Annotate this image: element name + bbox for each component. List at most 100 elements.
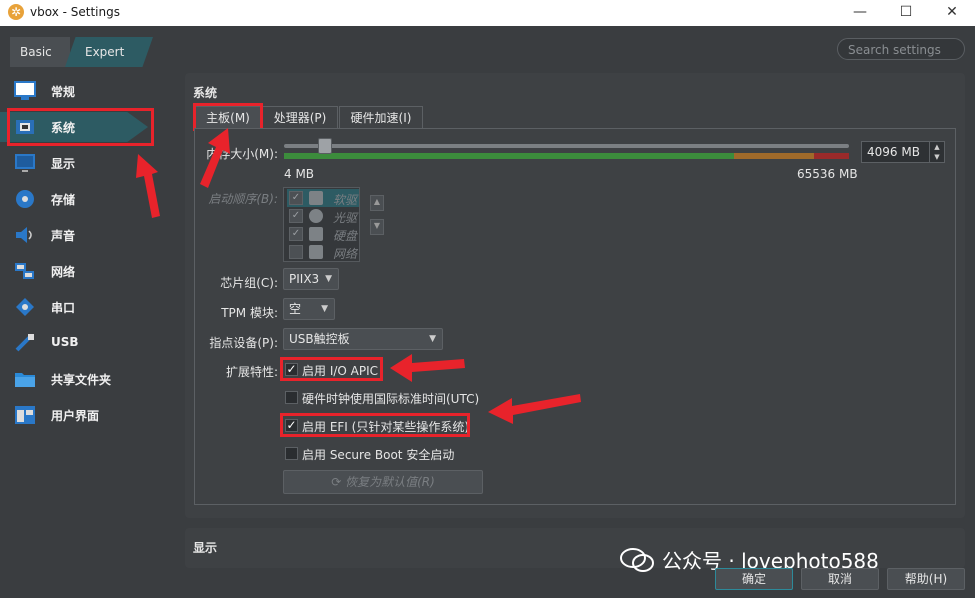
cancel-button[interactable]: 取消 [801,568,879,590]
memory-size-input[interactable]: 4096 MB ▲ ▼ [861,141,945,163]
checkbox-box[interactable] [285,391,298,404]
ui-icon [15,406,35,424]
red-arrow-icon [390,354,465,382]
sidebar-item-user-interface[interactable]: 用户界面 [0,400,160,430]
sidebar-item-label: USB [51,335,79,349]
network-boot-icon [309,245,323,259]
red-arrow-icon [488,394,581,424]
chipset-label: 芯片组(C): [220,276,278,290]
chipset-select[interactable]: PIIX3 ▼ [283,268,339,290]
usb-icon [15,334,34,352]
maximize-button[interactable]: ☐ [883,0,929,26]
expert-mode-button[interactable]: Expert [65,37,153,67]
spin-arrows[interactable]: ▲ ▼ [929,142,944,162]
tab-processor[interactable]: 处理器(P) [262,106,338,129]
sidebar-item-label: 串口 [51,301,76,315]
disk-icon [16,190,34,208]
mode-switch: Basic Expert [10,37,153,67]
speaker-icon [16,227,32,243]
secure-boot-label: 启用 Secure Boot 安全启动 [302,448,455,462]
sidebar-item-serial[interactable]: 串口 [0,292,160,322]
boot-order-list[interactable]: ✓ 软驱 ✓ 光驱 ✓ 硬盘 网络 [283,187,360,262]
highlight-box [280,413,470,437]
move-up-button[interactable]: ▲ [370,195,384,211]
network-icon [15,263,34,279]
optical-icon [309,209,323,223]
boot-checkbox[interactable]: ✓ [289,191,303,205]
help-button[interactable]: 帮助(H) [887,568,965,590]
red-arrow-icon [200,128,230,188]
secure-boot-checkbox[interactable]: 启用 Secure Boot 安全启动 [285,445,465,463]
sidebar-item-label: 声音 [51,229,76,243]
boot-item-label: 网络 [333,247,358,261]
memory-slider-thumb[interactable] [318,138,332,154]
chevron-down-icon: ▼ [321,304,328,314]
red-arrow-icon [136,154,160,218]
sidebar-item-label: 网络 [51,265,76,279]
monitor-icon [14,81,36,100]
tpm-value: 空 [289,302,302,316]
boot-item-label: 软驱 [333,193,358,207]
floppy-icon [309,191,323,205]
reset-defaults-button[interactable]: ⟳ 恢复为默认值(R) [283,470,483,494]
utc-label: 硬件时钟使用国际标准时间(UTC) [302,392,480,406]
close-button[interactable]: ✕ [929,0,975,26]
sidebar-item-usb[interactable]: USB [0,328,160,358]
wechat-icon [620,548,654,572]
hdd-icon [309,227,323,241]
search-input[interactable]: Search settings [837,38,965,60]
tpm-label: TPM 模块: [221,306,278,320]
sidebar-item-label: 常规 [51,85,76,99]
sidebar-item-network[interactable]: 网络 [0,256,160,286]
gear-logo-icon: ✲ [8,4,24,20]
utc-checkbox[interactable]: 硬件时钟使用国际标准时间(UTC) [285,389,485,407]
refresh-icon: ⟳ [331,475,346,489]
highlight-box [280,357,383,381]
pointing-select[interactable]: USB触控板 ▼ [283,328,443,350]
memory-value: 4096 MB [867,145,920,159]
tpm-select[interactable]: 空 ▼ [283,298,335,320]
sidebar-item-label: 共享文件夹 [51,373,112,387]
serial-port-icon [16,298,34,316]
boot-order-label: 启动顺序(B): [208,192,278,206]
sidebar-item-label: 显示 [51,157,76,171]
memory-max-label: 65536 MB [797,167,858,181]
checkbox-box[interactable] [285,447,298,460]
reset-label: 恢复为默认值(R) [345,475,435,489]
tab-acceleration[interactable]: 硬件加速(I) [339,106,423,129]
chipset-value: PIIX3 [289,272,320,286]
sidebar-item-general[interactable]: 常规 [0,76,160,106]
display-icon [15,154,35,172]
memory-slider-track[interactable] [284,144,849,148]
boot-item-label: 硬盘 [333,229,358,243]
panel-title: 系统 [193,86,218,100]
sidebar-item-audio[interactable]: 声音 [0,220,160,250]
basic-mode-button[interactable]: Basic [10,37,70,67]
window-title: vbox - Settings [30,5,120,19]
pointing-value: USB触控板 [289,332,350,346]
minimize-button[interactable]: — [837,0,883,26]
sidebar-item-label: 存储 [51,193,76,207]
boot-checkbox[interactable] [289,245,303,259]
boot-checkbox[interactable]: ✓ [289,209,303,223]
pointing-label: 指点设备(P): [209,336,278,350]
title-bar: ✲ vbox - Settings — ☐ ✕ [0,0,975,26]
extended-label: 扩展特性: [225,365,278,379]
chevron-down-icon: ▼ [325,274,332,284]
boot-checkbox[interactable]: ✓ [289,227,303,241]
boot-item-floppy[interactable]: ✓ 软驱 [287,189,359,207]
memory-scale [284,153,849,159]
boot-item-hdd[interactable]: ✓ 硬盘 [287,225,359,243]
display-section-title: 显示 [193,541,218,555]
boot-item-optical[interactable]: ✓ 光驱 [287,207,359,225]
chevron-down-icon: ▼ [429,334,436,344]
ok-button[interactable]: 确定 [715,568,793,590]
sidebar-item-shared-folders[interactable]: 共享文件夹 [0,364,160,394]
boot-item-network[interactable]: 网络 [287,243,359,261]
sidebar-item-label: 用户界面 [51,409,100,423]
move-down-button[interactable]: ▼ [370,219,384,235]
boot-item-label: 光驱 [333,211,358,225]
memory-min-label: 4 MB [284,167,315,181]
folder-icon [15,373,35,387]
highlight-box [7,108,154,146]
